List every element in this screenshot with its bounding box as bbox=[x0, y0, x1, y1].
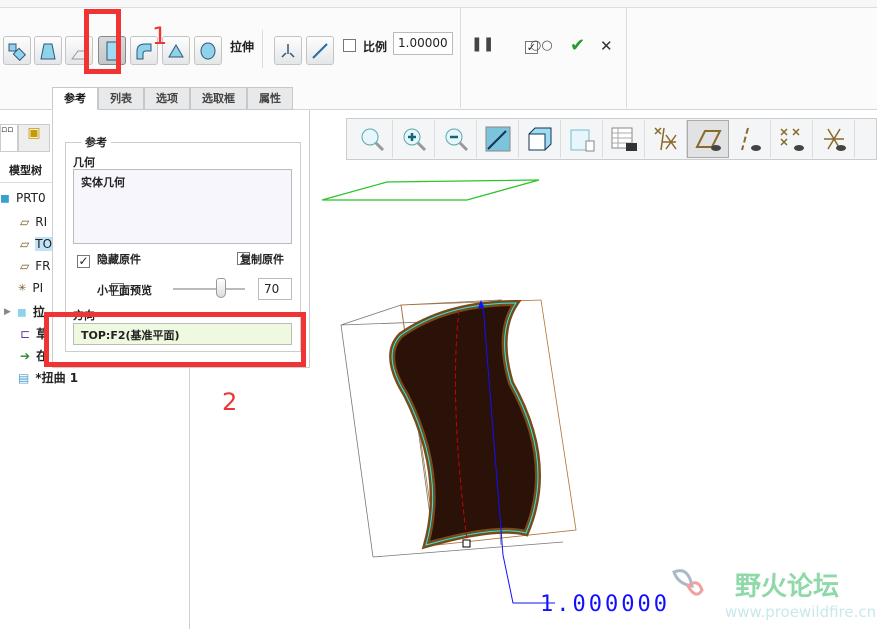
tab-properties[interactable]: 属性 bbox=[247, 87, 293, 110]
tree-item-twist[interactable]: ▤ *扭曲 1 bbox=[18, 369, 78, 386]
pause-button[interactable]: ❚❚ bbox=[471, 36, 494, 52]
taper-round-button[interactable] bbox=[194, 36, 222, 65]
hide-original-label: 隐藏原件 bbox=[97, 253, 141, 266]
datum-display-icon[interactable] bbox=[645, 120, 687, 158]
model-viewport[interactable] bbox=[191, 160, 877, 629]
tree-tab-icon[interactable]: ▫▫ bbox=[0, 124, 18, 152]
title-strip bbox=[0, 0, 877, 8]
dimension-value[interactable]: 1.000000 bbox=[540, 592, 670, 617]
group-title: 参考 bbox=[81, 134, 111, 150]
tree-item-label: *扭曲 1 bbox=[35, 371, 79, 385]
watermark-url: www.proewildfire.cn bbox=[725, 603, 877, 621]
view-manager-icon[interactable] bbox=[603, 120, 645, 158]
tree-item-label: PRT0 bbox=[15, 191, 46, 205]
tree-tab-label: 模型树 bbox=[9, 164, 42, 177]
tree-item-label: PI bbox=[32, 281, 44, 295]
tab-marquee[interactable]: 选取框 bbox=[190, 87, 247, 110]
annotation-box-1 bbox=[84, 9, 121, 74]
hide-original-checkbox[interactable]: ✓ bbox=[77, 255, 90, 268]
feature-label: 拉伸 bbox=[230, 40, 255, 54]
scale-label: 比例 bbox=[363, 40, 388, 54]
tree-item-extrude[interactable]: ▶ ◼ 拉 bbox=[4, 303, 45, 320]
taper-tool-button[interactable] bbox=[34, 36, 62, 65]
annotation-label-1: 1 bbox=[152, 22, 168, 50]
dashboard-tabs: 参考 列表 选项 选取框 属性 bbox=[52, 87, 293, 110]
point-display-icon[interactable] bbox=[771, 120, 813, 158]
refit-icon[interactable] bbox=[351, 120, 393, 158]
tree-item-label: FR bbox=[35, 259, 51, 273]
tab-options[interactable]: 选项 bbox=[144, 87, 190, 110]
display-style-icon[interactable] bbox=[519, 120, 561, 158]
tree-item-top[interactable]: ▱ TO bbox=[20, 237, 53, 251]
csys-display-icon[interactable] bbox=[813, 120, 855, 158]
cancel-button[interactable]: ✕ bbox=[600, 37, 613, 55]
twisted-body bbox=[389, 299, 541, 550]
watermark-logo bbox=[668, 562, 704, 612]
scale-checkbox[interactable] bbox=[343, 39, 356, 52]
move-button[interactable] bbox=[274, 36, 302, 65]
tab-list[interactable]: 列表 bbox=[98, 87, 144, 110]
saved-views-icon[interactable] bbox=[561, 120, 603, 158]
axis-display-icon[interactable] bbox=[729, 120, 771, 158]
ok-button[interactable]: ✔ bbox=[570, 35, 585, 56]
zoom-in-icon[interactable] bbox=[393, 120, 435, 158]
zoom-out-icon[interactable] bbox=[435, 120, 477, 158]
tree-item-right[interactable]: ▱ RI bbox=[20, 215, 47, 229]
divider bbox=[460, 8, 461, 108]
glasses-icon[interactable]: ○○ bbox=[530, 38, 553, 53]
drag-handle bbox=[462, 539, 471, 548]
tree-item-label: RI bbox=[35, 215, 48, 229]
repaint-icon[interactable] bbox=[477, 120, 519, 158]
divider bbox=[262, 30, 263, 68]
shape-tool-button[interactable] bbox=[3, 36, 31, 65]
geometry-label: 几何 bbox=[73, 156, 95, 169]
scale-input[interactable]: 1.00000 bbox=[393, 32, 453, 55]
view-toolbar bbox=[346, 118, 877, 160]
plane-display-icon[interactable] bbox=[687, 120, 729, 158]
datum-plane-preview bbox=[321, 179, 540, 201]
divider bbox=[626, 8, 627, 108]
scale-button[interactable] bbox=[306, 36, 334, 65]
watermark-title: 野火论坛 bbox=[735, 572, 840, 602]
tree-item-front[interactable]: ▱ FR bbox=[20, 259, 50, 273]
tree-item-csys[interactable]: ✳ PI bbox=[18, 281, 43, 295]
tree-item-part[interactable]: ◼ PRT0 bbox=[0, 191, 46, 205]
geometry-item[interactable]: 实体几何 bbox=[81, 176, 125, 189]
small-plane-label: 小平面预览 bbox=[97, 284, 152, 297]
folder-tab-icon[interactable]: ▣ bbox=[18, 124, 50, 152]
tab-references[interactable]: 参考 bbox=[52, 87, 98, 110]
tree-item-label: TO bbox=[35, 237, 53, 251]
